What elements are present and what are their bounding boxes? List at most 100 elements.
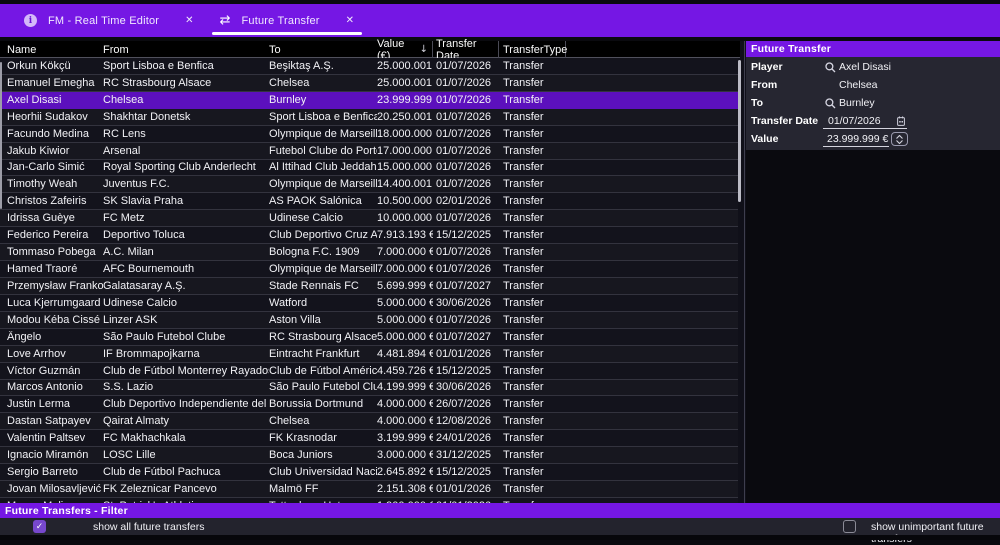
- value-input[interactable]: 23.999.999 €: [823, 131, 889, 147]
- cell-from: Galatasaray A.Ş.: [103, 280, 269, 292]
- table-row[interactable]: Axel DisasiChelseaBurnley23.999.999 €01/…: [0, 92, 738, 109]
- column-header-from[interactable]: From: [103, 41, 269, 58]
- table-row[interactable]: Jovan MilosavljevićFK Zeleznicar Pancevo…: [0, 481, 738, 498]
- cell-to: Bologna F.C. 1909: [269, 246, 377, 258]
- cell-value: 5.000.000 €: [377, 297, 433, 309]
- table-row[interactable]: Przemysław FrankowskiGalatasaray A.Ş.Sta…: [0, 278, 738, 295]
- table-row[interactable]: Orkun KökçüSport Lisboa e BenficaBeşikta…: [0, 58, 738, 75]
- cell-name: Emanuel Emegha: [0, 77, 103, 89]
- tab-label: FM - Real Time Editor: [48, 15, 159, 27]
- cell-to: FK Krasnodar: [269, 432, 377, 444]
- vertical-scrollbar-thumb[interactable]: [738, 60, 741, 202]
- table-row[interactable]: Federico PereiraDeportivo TolucaClub Dep…: [0, 227, 738, 244]
- cell-type: Transfer: [499, 60, 566, 72]
- table-row[interactable]: Christos ZafeirisSK Slavia PrahaAS PAOK …: [0, 193, 738, 210]
- cell-date: 01/07/2026: [433, 60, 499, 72]
- table-row[interactable]: Dastan SatpayevQairat AlmatyChelsea4.000…: [0, 413, 738, 430]
- cell-value: 5.000.000 €: [377, 314, 433, 326]
- table-row[interactable]: Love ArrhovIF BrommapojkarnaEintracht Fr…: [0, 346, 738, 363]
- cell-value: 10.500.000 €: [377, 195, 433, 207]
- cell-type: Transfer: [499, 297, 566, 309]
- cell-to: Chelsea: [269, 77, 377, 89]
- panel-title: Future Transfer: [746, 41, 1000, 57]
- sort-descending-icon: ↓: [420, 44, 428, 55]
- cell-date: 24/01/2026: [433, 432, 499, 444]
- field-label: To: [746, 97, 822, 109]
- player-value[interactable]: Axel Disasi: [839, 61, 891, 73]
- cell-to: AS PAOK Salónica: [269, 195, 377, 207]
- cell-date: 26/07/2026: [433, 398, 499, 410]
- cell-date: 01/07/2026: [433, 178, 499, 190]
- cell-value: 10.000.000 €: [377, 212, 433, 224]
- calendar-icon[interactable]: [897, 116, 905, 126]
- table-row[interactable]: Jan-Carlo SimićRoyal Sporting Club Ander…: [0, 160, 738, 177]
- value-spinner[interactable]: [891, 132, 908, 146]
- close-icon[interactable]: ✕: [185, 15, 193, 26]
- field-label: Transfer Date: [746, 115, 822, 127]
- cell-from: Deportivo Toluca: [103, 229, 269, 241]
- cell-date: 01/07/2026: [433, 263, 499, 275]
- cell-name: Tommaso Pobega: [0, 246, 103, 258]
- panel-splitter[interactable]: [744, 41, 745, 503]
- cell-type: Transfer: [499, 77, 566, 89]
- table-row[interactable]: Valentin PaltsevFC MakhachkalaFK Krasnod…: [0, 430, 738, 447]
- to-value[interactable]: Burnley: [839, 97, 875, 109]
- cell-type: Transfer: [499, 195, 566, 207]
- table-row[interactable]: Víctor GuzmánClub de Fútbol Monterrey Ra…: [0, 363, 738, 380]
- cell-name: Valentin Paltsev: [0, 432, 103, 444]
- table-row[interactable]: Idrissa GuèyeFC MetzUdinese Calcio10.000…: [0, 210, 738, 227]
- table-row[interactable]: Hamed TraoréAFC BournemouthOlympique de …: [0, 261, 738, 278]
- field-transfer-date: Transfer Date 01/07/2026: [746, 112, 1000, 130]
- tab-fm-real-time-editor[interactable]: i FM - Real Time Editor ✕: [14, 4, 204, 37]
- table-row[interactable]: Emanuel EmeghaRC Strasbourg AlsaceChelse…: [0, 75, 738, 92]
- cell-to: Aston Villa: [269, 314, 377, 326]
- cell-from: FC Metz: [103, 212, 269, 224]
- left-scroll-indicator[interactable]: [0, 62, 2, 209]
- column-header-transfer-date[interactable]: Transfer Date: [433, 41, 499, 58]
- tab-future-transfer[interactable]: ⇄ Future Transfer ✕: [210, 4, 365, 37]
- search-icon[interactable]: [822, 62, 839, 73]
- cell-name: Luca Kjerrumgaard: [0, 297, 103, 309]
- table-row[interactable]: Luca KjerrumgaardUdinese CalcioWatford5.…: [0, 295, 738, 312]
- table-row[interactable]: Justin LermaClub Deportivo Independiente…: [0, 396, 738, 413]
- filter-options-row: ✓ show all future transfers show unimpor…: [0, 518, 1000, 535]
- field-from: From Chelsea: [746, 76, 1000, 94]
- value-amount: 23.999.999 €: [827, 133, 888, 145]
- cell-value: 5.699.999 €: [377, 280, 433, 292]
- table-row[interactable]: Sergio BarretoClub de Fútbol PachucaClub…: [0, 464, 738, 481]
- cell-from: S.S. Lazio: [103, 381, 269, 393]
- cell-value: 2.151.308 €: [377, 483, 433, 495]
- column-header-to[interactable]: To: [269, 41, 377, 58]
- show-unimportant-future-transfers-checkbox[interactable]: [843, 520, 856, 533]
- table-row[interactable]: Timothy WeahJuventus F.C.Olympique de Ma…: [0, 176, 738, 193]
- table-row[interactable]: ÂngeloSão Paulo Futebol ClubeRC Strasbou…: [0, 329, 738, 346]
- column-header-value[interactable]: Value (€) ↓: [377, 41, 433, 58]
- cell-date: 01/07/2026: [433, 128, 499, 140]
- cell-name: Víctor Guzmán: [0, 365, 103, 377]
- cell-value: 25.000.001 €: [377, 77, 433, 89]
- future-transfer-editor-panel: Future Transfer Player Axel Disasi From …: [746, 41, 1000, 150]
- cell-date: 01/07/2026: [433, 145, 499, 157]
- cell-date: 15/12/2025: [433, 466, 499, 478]
- table-row[interactable]: Modou Kéba CisséLinzer ASKAston Villa5.0…: [0, 312, 738, 329]
- column-header-transfer-type[interactable]: TransferType: [499, 41, 566, 58]
- cell-to: Malmö FF: [269, 483, 377, 495]
- close-icon[interactable]: ✕: [346, 15, 354, 26]
- table-row[interactable]: Marcos AntonioS.S. LazioSão Paulo Futebo…: [0, 380, 738, 397]
- cell-from: IF Brommapojkarna: [103, 348, 269, 360]
- cell-type: Transfer: [499, 161, 566, 173]
- show-all-future-transfers-checkbox[interactable]: ✓: [33, 520, 46, 533]
- cell-from: Club de Fútbol Pachuca: [103, 466, 269, 478]
- table-row[interactable]: Ignacio MiramónLOSC LilleBoca Juniors3.0…: [0, 447, 738, 464]
- cell-type: Transfer: [499, 263, 566, 275]
- transfer-date-input[interactable]: 01/07/2026: [823, 113, 907, 129]
- table-row[interactable]: Jakub KiwiorArsenalFutebol Clube do Port…: [0, 143, 738, 160]
- column-header-name[interactable]: Name: [0, 41, 103, 58]
- cell-name: Orkun Kökçü: [0, 60, 103, 72]
- table-row[interactable]: Tommaso PobegaA.C. MilanBologna F.C. 190…: [0, 244, 738, 261]
- cell-name: Modou Kéba Cissé: [0, 314, 103, 326]
- search-icon[interactable]: [822, 98, 839, 109]
- cell-from: Chelsea: [103, 94, 269, 106]
- table-row[interactable]: Heorhii SudakovShakhtar DonetskSport Lis…: [0, 109, 738, 126]
- table-row[interactable]: Facundo MedinaRC LensOlympique de Marsei…: [0, 126, 738, 143]
